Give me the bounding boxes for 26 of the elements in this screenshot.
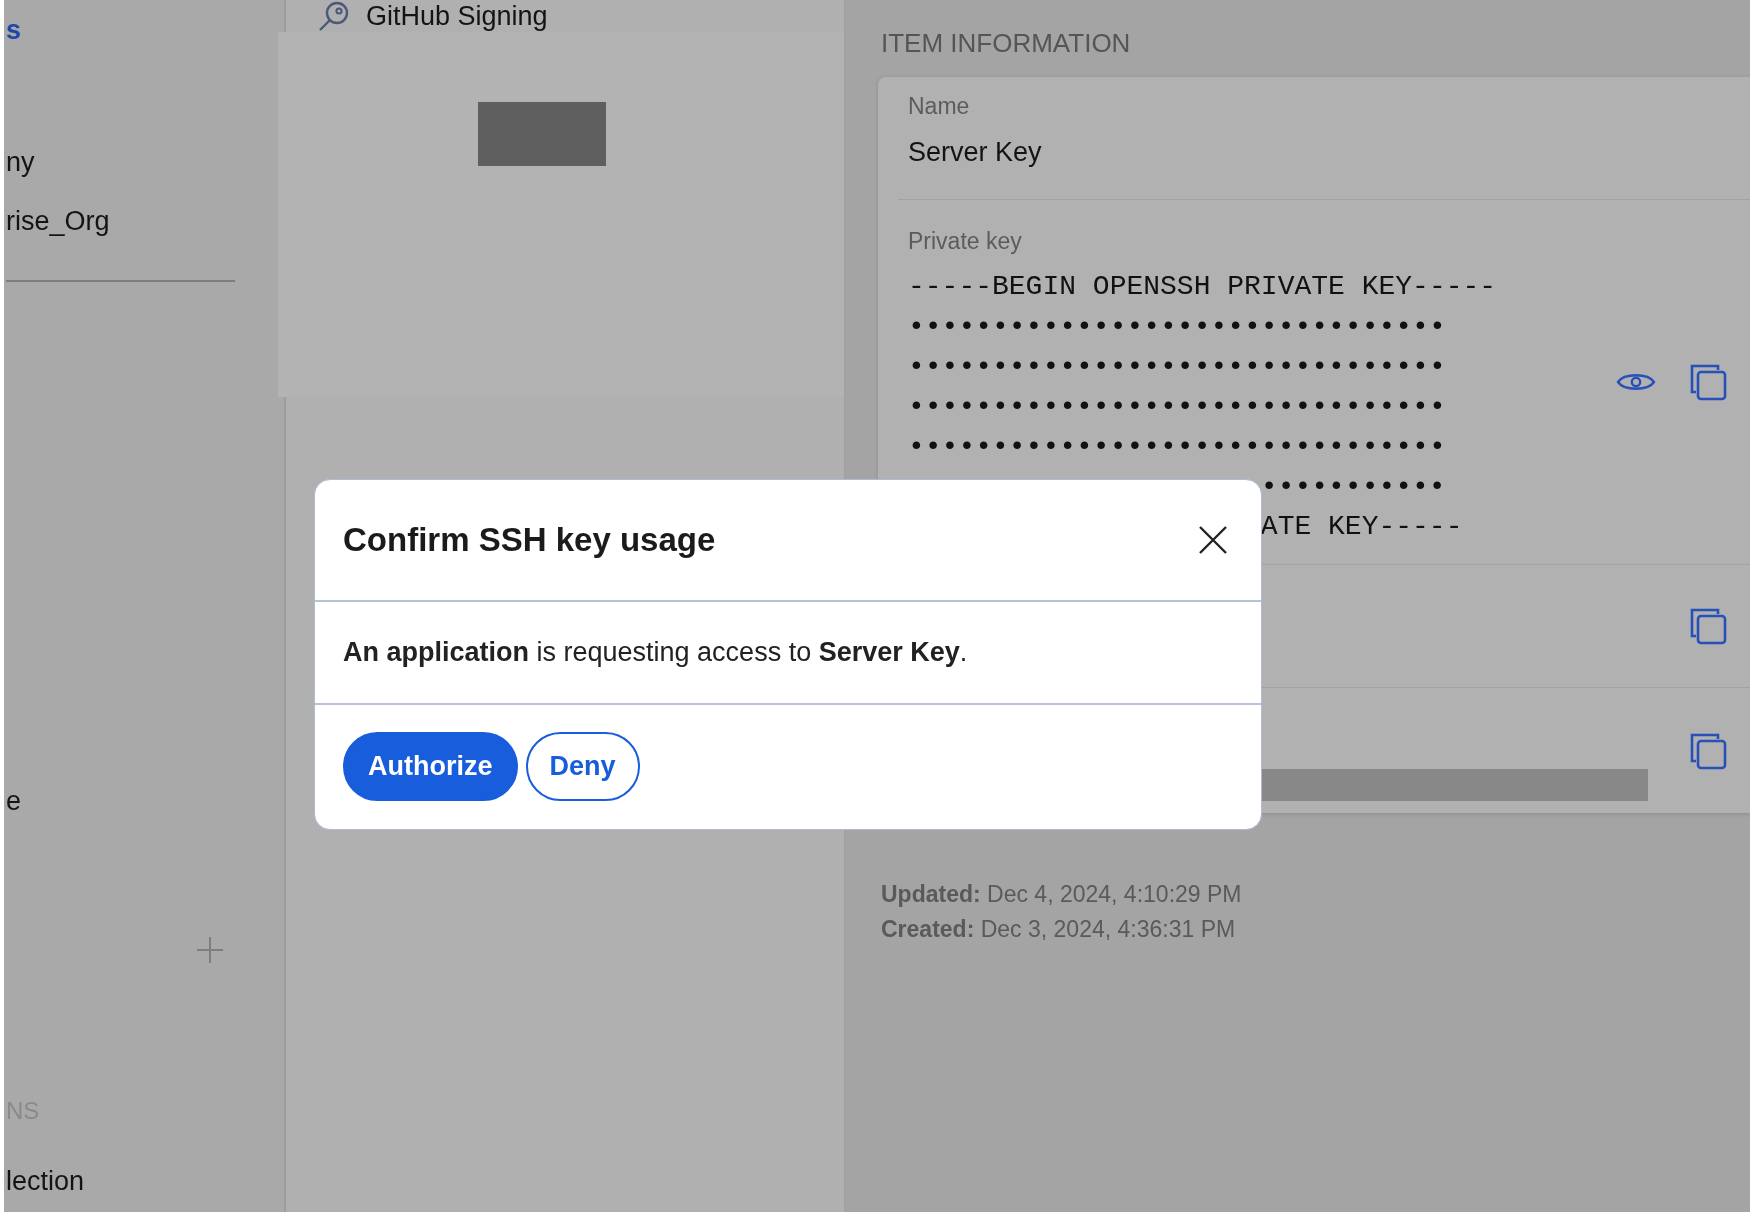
key-line: ATE KEY----- [1260,509,1463,544]
sidebar-item[interactable]: lection [6,1165,85,1197]
timestamp-text: Created: Dec 3, 2024, 4:36:31 PM [881,915,1237,944]
key-line: -----BEGIN OPENSSH PRIVATE KEY----- [908,269,1497,304]
section-heading: ITEM INFORMATION [880,27,1132,60]
field-label: Private key [908,227,1023,256]
key-line: •••••••••••••••••••••••••••••••• [908,429,1446,464]
field-value: Server Key [908,135,1043,169]
key-line: •••••••••••••••••••••••••••••••• [908,389,1446,424]
sidebar-item[interactable]: rise_Org [6,205,110,237]
key-line: ••••••••••• [1260,469,1446,504]
dialog-message: An application is requesting access to Server Key. [343,637,968,667]
sidebar-item[interactable]: ny [6,146,35,178]
timestamp-text: Updated: Dec 4, 2024, 4:10:29 PM [881,880,1243,909]
key-line: •••••••••••••••••••••••••••••••• [908,309,1446,344]
add-icon[interactable] [196,936,224,964]
deny-button[interactable]: Deny [525,731,640,801]
authorize-button[interactable]: Authorize [343,731,518,801]
vault-list-item[interactable]: GitHub Signing [286,0,844,32]
copy-icon[interactable] [1688,606,1728,646]
key-line: •••••••••••••••••••••••••••••••• [908,349,1446,384]
dialog-title: Confirm SSH key usage [343,520,716,561]
sidebar-item[interactable]: e [6,785,22,817]
sidebar-heading[interactable]: s [6,14,22,46]
field-label: Name [908,92,971,121]
copy-icon[interactable] [1688,362,1728,402]
